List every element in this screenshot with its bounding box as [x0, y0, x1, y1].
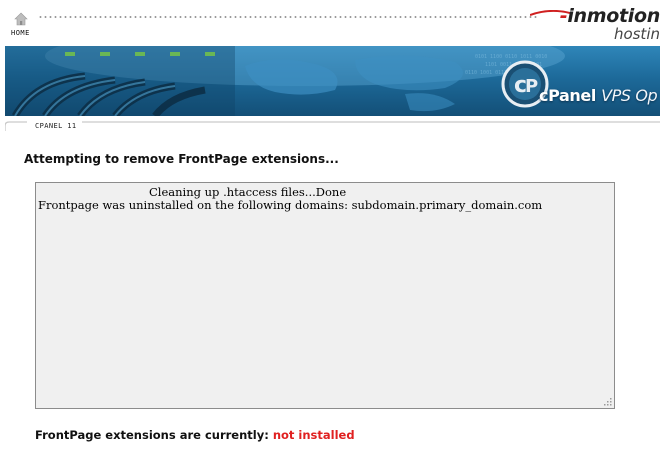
brand-sub: hostin: [613, 25, 660, 43]
cpanel-vps-title: cPanel VPS Op: [539, 86, 658, 105]
inmotion-logo: -inmotion hostin: [559, 5, 660, 43]
home-icon[interactable]: [14, 12, 28, 26]
output-domain: subdomain.primary_domain.com: [351, 198, 543, 212]
output-line-1: Cleaning up .htaccess files...Done: [149, 185, 347, 199]
home-link[interactable]: HOME: [11, 29, 30, 37]
banner-artwork: 0101 1100 0110 1011 0010 1101 0011 1010 …: [5, 46, 565, 116]
output-line-2-prefix: Frontpage was uninstalled on the followi…: [38, 198, 348, 212]
header-banner: 0101 1100 0110 1011 0010 1101 0011 1010 …: [5, 46, 660, 116]
brand-name: inmotion: [567, 5, 660, 27]
output-textarea[interactable]: Cleaning up .htaccess files...Done Front…: [35, 182, 615, 409]
top-strip: HOME -inmotion hostin: [0, 0, 660, 46]
output-line-2: Frontpage was uninstalled on the followi…: [38, 198, 542, 212]
dotted-divider: [38, 16, 538, 18]
svg-text:0101 1100 0110 1011 0010: 0101 1100 0110 1011 0010: [475, 54, 547, 60]
vps-word: VPS Op: [601, 86, 658, 105]
page-title: Attempting to remove FrontPage extension…: [24, 152, 339, 166]
tab-frame: [5, 121, 660, 131]
frontpage-status: FrontPage extensions are currently: not …: [35, 428, 355, 442]
status-value: not installed: [272, 428, 355, 442]
status-label: FrontPage extensions are currently:: [35, 428, 269, 442]
tab-cpanel-11[interactable]: CPANEL 11: [35, 122, 77, 130]
resize-grip-icon[interactable]: [603, 397, 612, 406]
cpanel-word: cPanel: [539, 86, 596, 105]
svg-text:P: P: [525, 76, 538, 97]
